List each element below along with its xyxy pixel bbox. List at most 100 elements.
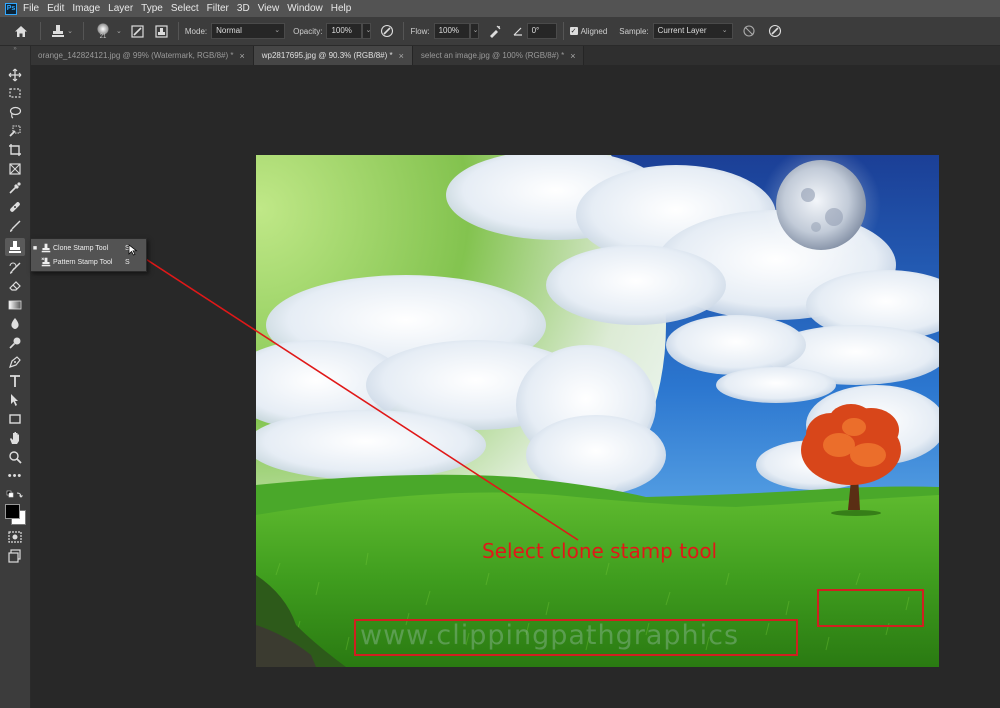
flow-input[interactable]: 100% bbox=[433, 23, 470, 39]
brush-tool[interactable] bbox=[5, 217, 25, 235]
clone-stamp-icon bbox=[52, 25, 65, 37]
tab-label: select an image.jpg @ 100% (RGB/8#) * bbox=[420, 51, 565, 60]
menu-3d[interactable]: 3D bbox=[237, 0, 250, 17]
tool-preset-picker[interactable]: ⌄ bbox=[47, 24, 77, 38]
aligned-checkbox[interactable]: ✓ bbox=[569, 27, 578, 35]
eraser-tool[interactable] bbox=[5, 277, 25, 295]
menu-select[interactable]: Select bbox=[171, 0, 199, 17]
clone-source-button[interactable] bbox=[152, 24, 172, 38]
menu-image[interactable]: Image bbox=[72, 0, 100, 17]
chevron-down-icon[interactable]: ⌄ bbox=[116, 27, 122, 35]
menu-view[interactable]: View bbox=[258, 0, 280, 17]
menu-type[interactable]: Type bbox=[141, 0, 163, 17]
panel-grip-icon[interactable]: » bbox=[10, 46, 20, 52]
mode-value: Normal bbox=[216, 26, 242, 35]
blur-icon bbox=[11, 318, 19, 329]
dodge-tool[interactable] bbox=[5, 334, 25, 352]
menu-file[interactable]: File bbox=[23, 0, 39, 17]
close-icon[interactable]: × bbox=[399, 51, 404, 61]
annotation-label: Select clone stamp tool bbox=[482, 539, 718, 563]
crop-tool[interactable] bbox=[5, 141, 25, 159]
blur-tool[interactable] bbox=[5, 315, 25, 333]
type-tool[interactable] bbox=[5, 372, 25, 390]
close-icon[interactable]: × bbox=[239, 51, 244, 61]
marquee-icon bbox=[9, 88, 21, 98]
document-tab[interactable]: orange_142824121.jpg @ 99% (Watermark, R… bbox=[30, 46, 254, 65]
pressure-size-button[interactable] bbox=[765, 24, 785, 38]
opacity-input[interactable]: 100% bbox=[326, 23, 363, 39]
eyedropper-tool[interactable] bbox=[5, 179, 25, 197]
pressure-opacity-button[interactable] bbox=[377, 24, 397, 38]
marquee-tool[interactable] bbox=[5, 84, 25, 102]
checkmark-icon: ✓ bbox=[570, 28, 577, 35]
menu-edit[interactable]: Edit bbox=[47, 0, 64, 17]
mode-select[interactable]: Normal ⌄ bbox=[211, 23, 286, 39]
clone-source-icon bbox=[155, 24, 168, 38]
type-icon bbox=[10, 375, 20, 387]
history-brush-icon bbox=[9, 262, 21, 274]
brush-preset-picker[interactable]: 21 bbox=[90, 22, 116, 40]
healing-icon bbox=[10, 202, 20, 212]
color-swatches[interactable] bbox=[4, 503, 26, 525]
angle-icon-wrap bbox=[509, 25, 527, 37]
menu-help[interactable]: Help bbox=[331, 0, 352, 17]
pen-tool[interactable] bbox=[5, 353, 25, 371]
gradient-icon bbox=[8, 300, 22, 310]
opacity-value: 100% bbox=[331, 26, 352, 35]
brush-settings-button[interactable] bbox=[128, 24, 148, 38]
quick-mask-icon bbox=[8, 531, 22, 543]
healing-tool[interactable] bbox=[5, 198, 25, 216]
move-tool[interactable] bbox=[5, 66, 25, 84]
chevron-down-icon: ⌄ bbox=[721, 27, 728, 34]
menu-window[interactable]: Window bbox=[287, 0, 323, 17]
opacity-dropdown[interactable]: ⌄ bbox=[362, 23, 372, 39]
flow-dropdown[interactable]: ⌄ bbox=[469, 23, 479, 39]
angle-input[interactable]: 0° bbox=[526, 23, 557, 39]
chevron-down-icon: ⌄ bbox=[472, 27, 479, 34]
quick-select-tool[interactable] bbox=[5, 122, 25, 140]
gradient-tool[interactable] bbox=[5, 296, 25, 314]
document-tab-active[interactable]: wp2817695.jpg @ 90.3% (RGB/8#) * × bbox=[253, 46, 413, 65]
more-tools-button[interactable]: ••• bbox=[5, 467, 25, 485]
quick-mask-button[interactable] bbox=[5, 528, 25, 546]
flow-value: 100% bbox=[438, 26, 460, 35]
home-button[interactable] bbox=[8, 25, 34, 38]
clone-stamp-icon bbox=[9, 241, 21, 253]
angle-value: 0° bbox=[531, 26, 540, 35]
separator bbox=[83, 22, 84, 40]
more-tools-icon: ••• bbox=[7, 470, 23, 482]
history-brush-tool[interactable] bbox=[5, 259, 25, 277]
document-tab[interactable]: select an image.jpg @ 100% (RGB/8#) * × bbox=[412, 46, 585, 65]
dodge-icon bbox=[9, 337, 21, 349]
chevron-down-icon: ⌄ bbox=[274, 27, 281, 34]
airbrush-button[interactable] bbox=[485, 24, 505, 38]
menu-bar: Ps File Edit Image Layer Type Select Fil… bbox=[0, 0, 1000, 17]
rectangle-tool[interactable] bbox=[5, 410, 25, 428]
flyout-item-pattern-stamp[interactable]: Pattern Stamp Tool S bbox=[31, 255, 146, 269]
ignore-adjustments-icon bbox=[743, 25, 755, 37]
quick-select-icon bbox=[9, 125, 21, 137]
sample-value: Current Layer bbox=[657, 26, 707, 35]
pen-pressure-icon bbox=[381, 24, 394, 38]
frame-tool[interactable] bbox=[5, 160, 25, 178]
clone-stamp-tool[interactable] bbox=[5, 238, 25, 256]
tab-label: wp2817695.jpg @ 90.3% (RGB/8#) * bbox=[261, 51, 393, 60]
zoom-tool[interactable] bbox=[5, 448, 25, 466]
airbrush-icon bbox=[489, 25, 501, 38]
color-controls[interactable] bbox=[5, 486, 25, 504]
ignore-adjustment-layers-button[interactable] bbox=[739, 24, 759, 38]
menu-filter[interactable]: Filter bbox=[207, 0, 229, 17]
menu-layer[interactable]: Layer bbox=[108, 0, 133, 17]
hand-tool[interactable] bbox=[5, 429, 25, 447]
eraser-icon bbox=[9, 281, 21, 291]
brush-size: 21 bbox=[99, 33, 107, 40]
frame-icon bbox=[9, 163, 21, 175]
path-select-tool[interactable] bbox=[5, 391, 25, 409]
angle-icon bbox=[513, 27, 522, 36]
screen-mode-button[interactable] bbox=[5, 547, 25, 565]
foreground-color-swatch[interactable] bbox=[5, 504, 20, 519]
close-icon[interactable]: × bbox=[570, 51, 575, 61]
sample-select[interactable]: Current Layer ⌄ bbox=[652, 23, 733, 39]
pen-pressure-icon bbox=[768, 24, 781, 38]
lasso-tool[interactable] bbox=[5, 103, 25, 121]
